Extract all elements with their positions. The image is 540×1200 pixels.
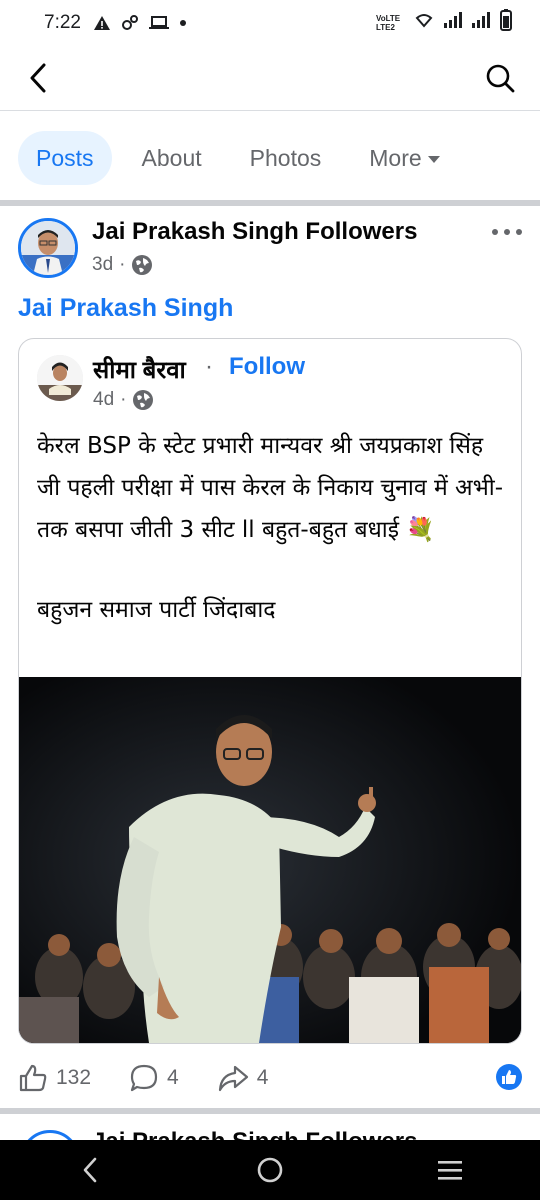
signal-icon: [444, 12, 462, 34]
profile-tabs: Posts About Photos More: [0, 130, 540, 186]
comment-button[interactable]: 4: [129, 1063, 179, 1093]
search-button[interactable]: [482, 60, 518, 96]
system-home-button[interactable]: [240, 1140, 300, 1200]
back-button[interactable]: [20, 60, 56, 96]
tab-photos-label: Photos: [249, 144, 322, 171]
tab-posts-label: Posts: [36, 144, 94, 171]
post-photo[interactable]: [19, 677, 521, 1043]
status-time: 7:22: [44, 12, 81, 33]
shared-post-text: केरल BSP के स्टेट प्रभारी मान्यवर श्री ज…: [37, 425, 507, 631]
system-navigation-bar: [0, 1140, 540, 1200]
next-post-page-name: Jai Prakash Singh Followers: [92, 1128, 417, 1140]
header-divider: [0, 110, 540, 111]
post-time[interactable]: 3d: [92, 254, 113, 276]
follow-separator: ·: [205, 353, 213, 380]
tab-about-label: About: [141, 144, 202, 171]
signal-icon-2: [472, 12, 490, 34]
tab-posts[interactable]: Posts: [18, 131, 112, 185]
post-options-button[interactable]: [492, 222, 522, 242]
wifi-icon: [414, 12, 434, 34]
battery-icon: [500, 9, 512, 37]
thumbs-up-filled-icon: [502, 1070, 517, 1084]
like-count: 132: [56, 1066, 92, 1089]
shared-author-name[interactable]: सीमा बैरवा: [93, 353, 186, 386]
shared-post-text-line1: केरल BSP के स्टेट प्रभारी मान्यवर श्री ज…: [37, 433, 504, 543]
settings-sync-icon: [121, 14, 139, 32]
more-dot-2: [504, 229, 510, 235]
notification-dot-icon: [179, 19, 187, 27]
like-button[interactable]: 132: [18, 1063, 91, 1093]
text-gap: [37, 551, 507, 589]
comment-icon: [130, 1064, 158, 1092]
more-dots-icon: [492, 229, 498, 235]
next-post-preview[interactable]: Jai Prakash Singh Followers: [0, 1116, 540, 1140]
tab-more[interactable]: More: [351, 131, 457, 185]
more-dot-3: [516, 229, 522, 235]
tab-more-label: More: [369, 144, 422, 171]
reaction-like-badge[interactable]: [496, 1064, 522, 1090]
globe-icon: [132, 255, 153, 275]
volte-label: VoLTE LTE2: [376, 14, 401, 32]
page-name[interactable]: Jai Prakash Singh Followers: [92, 218, 417, 246]
chevron-left-icon: [83, 1157, 97, 1183]
next-post-avatar: [20, 1130, 80, 1140]
post-separator: [0, 1108, 540, 1114]
shared-author-avatar[interactable]: [37, 355, 83, 401]
thumbs-up-icon: [19, 1064, 47, 1092]
tab-about[interactable]: About: [124, 131, 220, 185]
top-app-bar: [0, 46, 540, 110]
post-actions: 132 4 4: [18, 1058, 522, 1098]
menu-lines-icon: [438, 1161, 462, 1180]
section-separator: [0, 200, 540, 206]
share-button[interactable]: 4: [217, 1063, 269, 1093]
follow-button[interactable]: Follow: [229, 353, 305, 381]
shared-meta-dot: ·: [120, 389, 127, 410]
system-back-button[interactable]: [60, 1140, 120, 1200]
post-text-mention[interactable]: Jai Prakash Singh: [18, 294, 233, 323]
share-count: 4: [256, 1066, 269, 1089]
meta-dot: ·: [119, 254, 126, 275]
page-avatar[interactable]: [18, 218, 78, 278]
tab-photos[interactable]: Photos: [232, 131, 340, 185]
globe-icon: [133, 390, 154, 410]
share-icon: [218, 1065, 248, 1092]
comment-count: 4: [167, 1066, 179, 1089]
post-header: Jai Prakash Singh Followers 3d ·: [18, 218, 522, 282]
status-bar: 7:22 VoLTE LTE2: [0, 0, 540, 46]
shared-post-card[interactable]: सीमा बैरवा · Follow 4d · केरल BSP के स्ट…: [18, 338, 522, 1044]
shared-post-text-line2: बहुजन समाज पार्टी जिंदाबाद: [37, 597, 276, 623]
post-meta: 3d ·: [92, 254, 153, 276]
home-circle-icon: [257, 1157, 283, 1183]
chevron-left-icon: [30, 63, 46, 93]
shared-post-meta: 4d ·: [93, 389, 154, 411]
search-icon: [486, 64, 515, 93]
shared-post-time[interactable]: 4d: [93, 389, 114, 411]
system-recents-button[interactable]: [420, 1140, 480, 1200]
caret-down-icon: [427, 155, 440, 163]
laptop-icon: [148, 15, 169, 31]
warning-icon: [93, 15, 111, 31]
